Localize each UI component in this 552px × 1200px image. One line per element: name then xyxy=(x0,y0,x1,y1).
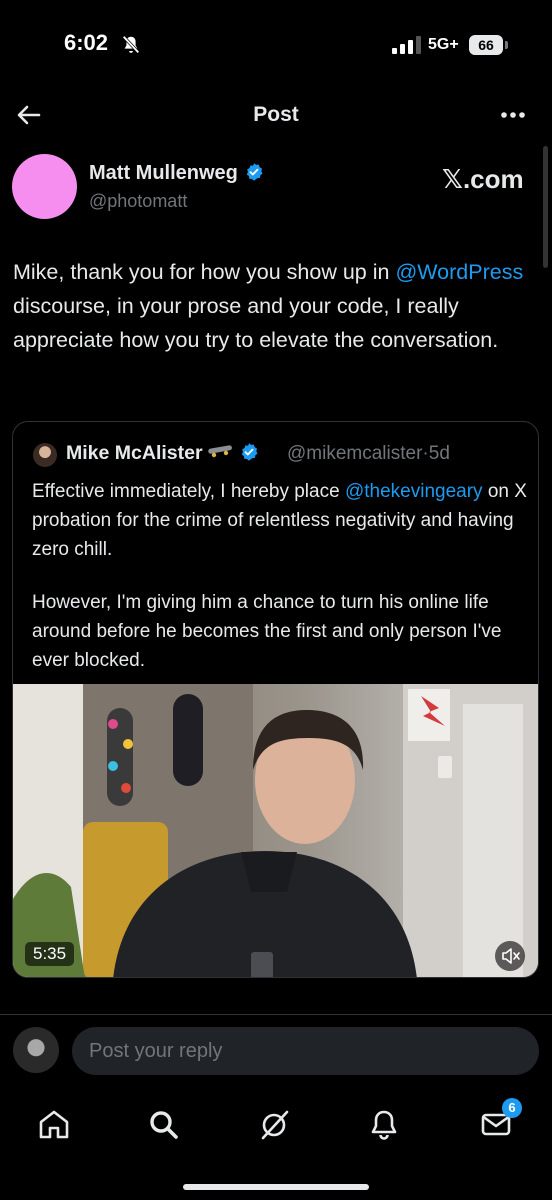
post-text: Mike, thank you for how you show up in @… xyxy=(13,255,533,357)
tab-notifications[interactable] xyxy=(364,1104,404,1144)
network-label: 5G+ xyxy=(428,36,459,53)
bottom-tab-bar xyxy=(0,1086,552,1200)
signal-icon xyxy=(392,36,421,54)
tab-grok[interactable] xyxy=(254,1104,294,1144)
mention-link[interactable]: @WordPress xyxy=(395,260,523,284)
author-name[interactable]: Matt Mullenweg xyxy=(89,162,238,184)
tab-home[interactable] xyxy=(34,1104,74,1144)
post-text-end: discourse, in your prose and your code, … xyxy=(13,294,499,352)
quote-author-name[interactable]: Mike McAlister xyxy=(66,442,203,464)
quote-meta: @mikemcalister·5d xyxy=(287,443,450,465)
post-header: Post xyxy=(0,90,552,146)
tab-search[interactable] xyxy=(143,1104,183,1144)
reply-input[interactable] xyxy=(72,1027,539,1075)
verified-badge-icon xyxy=(241,443,258,461)
quote-para1-start: Effective immediately, I hereby place xyxy=(32,481,345,502)
current-user-avatar[interactable] xyxy=(13,1027,59,1073)
more-horizontal-icon[interactable] xyxy=(496,102,530,128)
quote-text: Effective immediately, I hereby place @t… xyxy=(32,477,527,699)
scrollbar[interactable] xyxy=(543,146,548,268)
video-duration: 5:35 xyxy=(25,942,75,966)
quote-mention-link[interactable]: @thekevingeary xyxy=(345,481,483,502)
home-indicator[interactable] xyxy=(183,1184,369,1190)
home-icon xyxy=(39,1110,69,1139)
quote-paragraph-1: Effective immediately, I hereby place @t… xyxy=(32,477,527,564)
author-avatar[interactable] xyxy=(12,154,77,219)
messages-badge: 6 xyxy=(502,1098,522,1118)
author-name-row[interactable]: Matt Mullenweg xyxy=(89,162,264,185)
x-brand-logo: 𝕏.com xyxy=(442,164,524,194)
verified-badge-icon xyxy=(246,163,263,181)
author-handle[interactable]: @photomatt xyxy=(89,191,187,212)
status-time: 6:02 xyxy=(64,30,109,55)
quoted-post-card[interactable]: Mike McAlister @mikemcalister·5d Effecti… xyxy=(12,421,539,978)
post-text-start: Mike, thank you for how you show up in xyxy=(13,260,396,284)
bell-off-icon xyxy=(122,35,140,54)
grok-icon xyxy=(261,1110,289,1140)
quote-author-name-row[interactable]: Mike McAlister xyxy=(66,442,259,465)
search-icon xyxy=(150,1111,178,1139)
quote-age[interactable]: 5d xyxy=(429,443,450,464)
page-title: Post xyxy=(253,103,299,126)
video-player[interactable]: 5:35 xyxy=(13,684,538,977)
video-frame-image xyxy=(13,684,538,977)
quote-author-avatar[interactable] xyxy=(33,443,57,467)
battery-nub xyxy=(505,41,508,49)
quote-paragraph-2: However, I'm giving him a chance to turn… xyxy=(32,592,502,671)
battery-icon: 66 xyxy=(469,35,503,55)
skateboard-icon xyxy=(207,445,232,458)
status-bar: 6:02 5G+ 66 xyxy=(0,0,552,90)
speaker-muted-icon[interactable] xyxy=(495,941,525,971)
bell-icon xyxy=(371,1110,397,1140)
quote-author-handle[interactable]: @mikemcalister xyxy=(287,443,422,464)
reply-bar xyxy=(0,1014,552,1086)
